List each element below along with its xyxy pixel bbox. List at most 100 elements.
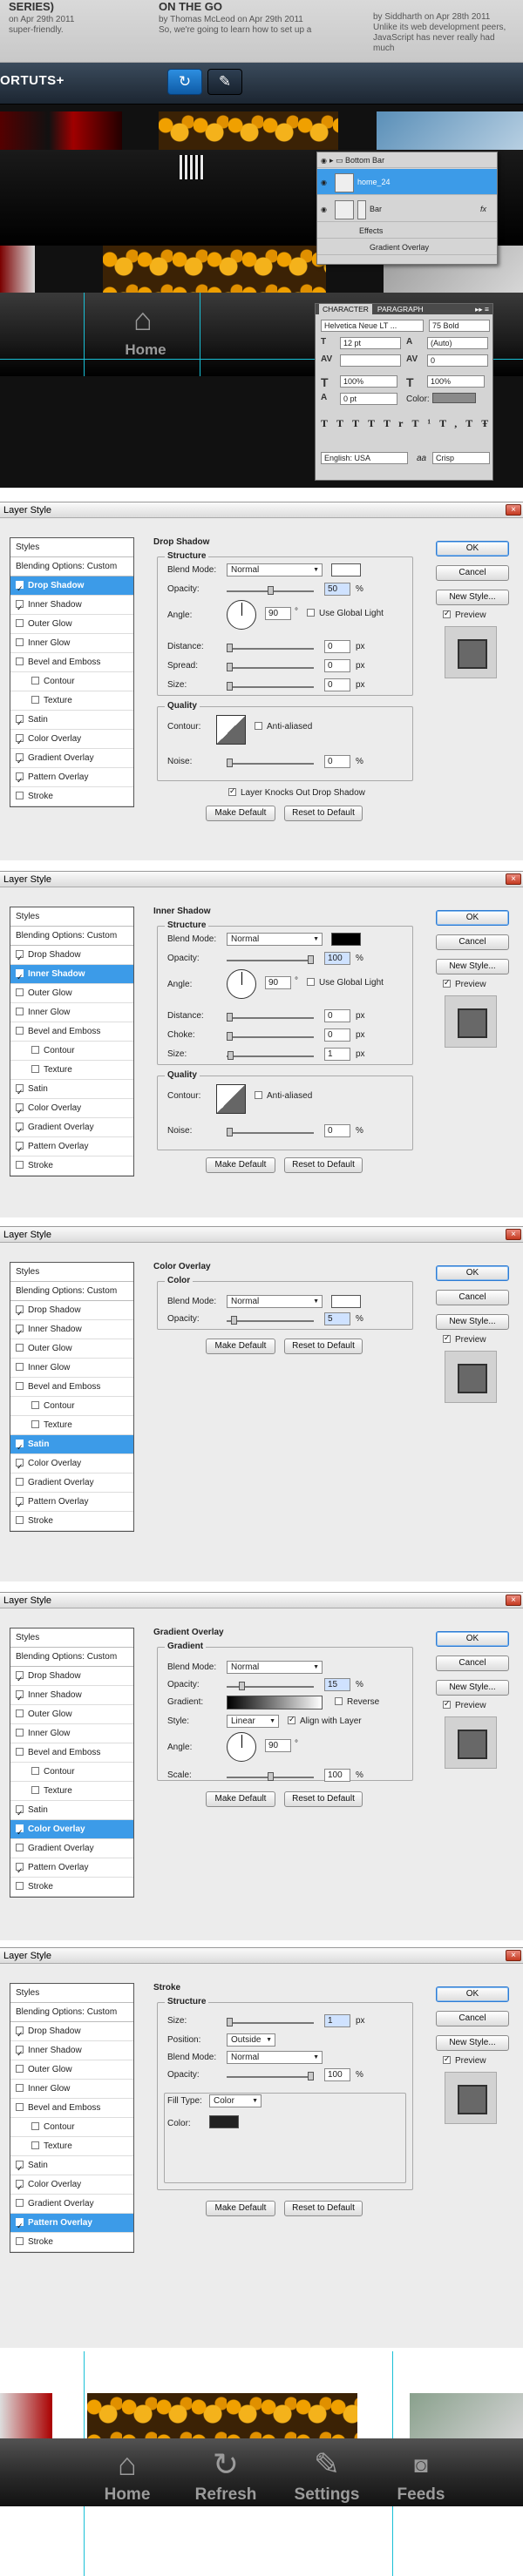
- size-slider[interactable]: [227, 1051, 314, 1060]
- preview-checkbox[interactable]: Preview: [443, 2054, 486, 2066]
- style-item-pattern-overlay[interactable]: Pattern Overlay: [10, 1493, 133, 1514]
- preview-check[interactable]: [443, 609, 451, 618]
- style-checkbox[interactable]: [16, 1082, 24, 1102]
- new-style-button[interactable]: New Style...: [436, 959, 509, 974]
- slider-knob[interactable]: [308, 955, 314, 964]
- knockout-checkbox[interactable]: Layer Knocks Out Drop Shadow: [228, 786, 365, 798]
- small-caps-button[interactable]: Tr: [384, 417, 411, 429]
- eye-icon[interactable]: ◉: [321, 153, 329, 169]
- slider-knob[interactable]: [227, 1051, 234, 1060]
- style-item-color-overlay[interactable]: Color Overlay: [10, 1099, 133, 1121]
- style-item-gradient-overlay[interactable]: Gradient Overlay: [10, 749, 133, 771]
- layer-row-home[interactable]: ◉ home_24: [317, 169, 497, 195]
- style-item-inner-glow[interactable]: Inner Glow: [10, 634, 133, 653]
- close-button[interactable]: ×: [506, 504, 521, 516]
- style-checkbox[interactable]: [16, 2178, 24, 2197]
- style-checkbox[interactable]: [31, 696, 39, 704]
- make-default-button[interactable]: Make Default: [206, 1157, 275, 1173]
- preview-check[interactable]: [443, 1699, 451, 1709]
- style-checkbox[interactable]: [16, 1121, 24, 1140]
- blog-post-2[interactable]: ON THE GO by Thomas McLeod on Apr 29th 2…: [150, 0, 333, 56]
- vertical-scale-field[interactable]: 100%: [340, 375, 397, 388]
- fx-icon[interactable]: fx: [480, 196, 486, 222]
- style-item-satin[interactable]: Satin: [10, 1435, 133, 1457]
- style-item-pattern-overlay[interactable]: Pattern Overlay: [10, 1137, 133, 1159]
- scale-field[interactable]: 100: [324, 1769, 350, 1782]
- style-item-bevel-and-emboss[interactable]: Bevel and Emboss: [10, 1022, 133, 1042]
- underline-button[interactable]: T: [465, 417, 481, 429]
- horizontal-scale-field[interactable]: 100%: [427, 375, 485, 388]
- antialias-select[interactable]: Crisp: [432, 452, 490, 464]
- ok-button[interactable]: OK: [436, 541, 509, 556]
- preview-check[interactable]: [443, 2054, 451, 2064]
- ok-button[interactable]: OK: [436, 1265, 509, 1281]
- style-checkbox[interactable]: [31, 2122, 39, 2130]
- slider-knob[interactable]: [227, 644, 233, 652]
- shadow-color-swatch[interactable]: [331, 563, 361, 577]
- style-item-drop-shadow[interactable]: Drop Shadow: [10, 577, 133, 598]
- faux-italic-button[interactable]: T: [336, 417, 352, 429]
- style-item-contour[interactable]: Contour: [10, 1397, 133, 1416]
- style-checkbox[interactable]: [16, 2159, 24, 2178]
- style-checkbox[interactable]: [16, 1729, 24, 1736]
- style-item-outer-glow[interactable]: Outer Glow: [10, 1705, 133, 1724]
- distance-slider[interactable]: [227, 644, 314, 652]
- style-checkbox[interactable]: [16, 638, 24, 646]
- style-checkbox[interactable]: [16, 1161, 24, 1169]
- close-button[interactable]: ×: [506, 1950, 521, 1961]
- style-item-color-overlay[interactable]: Color Overlay: [10, 730, 133, 752]
- style-checkbox[interactable]: [16, 1844, 24, 1851]
- style-item-contour[interactable]: Contour: [10, 1042, 133, 1061]
- choke-slider[interactable]: [227, 1032, 314, 1041]
- font-size-field[interactable]: 12 pt: [340, 337, 401, 349]
- leading-field[interactable]: (Auto): [427, 337, 488, 349]
- opacity-field[interactable]: 50: [324, 583, 350, 596]
- style-checkbox[interactable]: [31, 1046, 39, 1054]
- new-style-button[interactable]: New Style...: [436, 2035, 509, 2051]
- ok-button[interactable]: OK: [436, 910, 509, 926]
- align-layer-checkbox[interactable]: Align with Layer: [288, 1715, 362, 1726]
- slider-knob[interactable]: [308, 2072, 314, 2080]
- slider-knob[interactable]: [267, 586, 274, 595]
- type-style-buttons[interactable]: TTTTTrT¹T,TŦ: [321, 417, 492, 430]
- style-item-satin[interactable]: Satin: [10, 2156, 133, 2178]
- refresh-icon[interactable]: ↻: [195, 2447, 256, 2482]
- size-field[interactable]: 1: [324, 2014, 350, 2027]
- slider-knob[interactable]: [227, 1032, 233, 1041]
- style-item-contour[interactable]: Contour: [10, 1763, 133, 1782]
- style-checkbox[interactable]: [16, 1344, 24, 1352]
- superscript-button[interactable]: T¹: [412, 417, 440, 429]
- gradient-picker[interactable]: [227, 1696, 323, 1709]
- noise-field[interactable]: 0: [324, 755, 350, 768]
- reset-default-button[interactable]: Reset to Default: [284, 1157, 363, 1173]
- angle-field[interactable]: 90: [265, 976, 291, 989]
- style-item-texture[interactable]: Texture: [10, 1061, 133, 1080]
- shadow-color-swatch[interactable]: [331, 933, 361, 946]
- slider-knob[interactable]: [227, 682, 233, 691]
- style-item-color-overlay[interactable]: Color Overlay: [10, 1820, 133, 1842]
- style-checkbox[interactable]: [16, 1323, 24, 1342]
- opacity-slider[interactable]: [227, 586, 314, 595]
- global-light-checkbox[interactable]: Use Global Light: [307, 978, 384, 988]
- style-item-inner-shadow[interactable]: Inner Shadow: [10, 1320, 133, 1342]
- style-checkbox[interactable]: [16, 752, 24, 771]
- style-item-bevel-and-emboss[interactable]: Bevel and Emboss: [10, 2099, 133, 2118]
- style-item-pattern-overlay[interactable]: Pattern Overlay: [10, 768, 133, 790]
- close-button[interactable]: ×: [506, 1229, 521, 1240]
- blending-options-item[interactable]: Blending Options: Custom: [10, 557, 133, 577]
- style-checkbox[interactable]: [16, 1027, 24, 1035]
- blending-options-item[interactable]: Blending Options: Custom: [10, 927, 133, 946]
- slider-knob[interactable]: [227, 1128, 233, 1136]
- eye-icon[interactable]: ◉: [321, 170, 329, 196]
- style-item-drop-shadow[interactable]: Drop Shadow: [10, 1301, 133, 1323]
- stroke-color-swatch[interactable]: [209, 2115, 239, 2128]
- size-slider[interactable]: [227, 682, 314, 691]
- size-field[interactable]: 0: [324, 678, 350, 691]
- rss-icon[interactable]: ◙: [391, 2447, 452, 2482]
- align-layer-check[interactable]: [288, 1715, 295, 1724]
- slider-knob[interactable]: [227, 759, 233, 767]
- strikethrough-button[interactable]: Ŧ: [481, 417, 497, 429]
- style-item-stroke[interactable]: Stroke: [10, 1157, 133, 1176]
- style-item-texture[interactable]: Texture: [10, 1782, 133, 1801]
- blend-mode-select[interactable]: Normal: [227, 1295, 323, 1308]
